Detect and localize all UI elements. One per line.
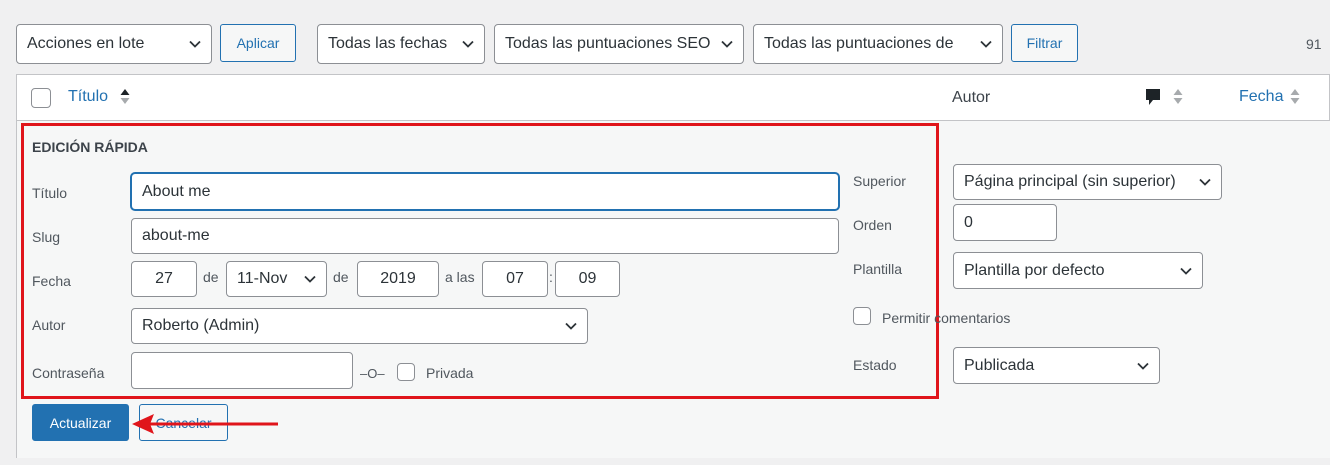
month-select[interactable]: 11-Nov [226, 261, 327, 297]
status-select[interactable]: Publicada [953, 347, 1160, 384]
bulk-actions-select[interactable]: Acciones en lote [16, 24, 212, 64]
author-value: Roberto (Admin) [142, 317, 260, 334]
update-button[interactable]: Actualizar [32, 404, 129, 441]
private-label: Privada [426, 365, 474, 381]
title-input[interactable]: About me [131, 173, 839, 210]
chevron-down-icon [720, 37, 734, 51]
day-value: 27 [155, 270, 173, 287]
chevron-down-icon [303, 272, 317, 286]
order-value: 0 [964, 213, 973, 231]
minute-input[interactable]: 09 [555, 261, 620, 297]
slug-input-value: about-me [142, 227, 210, 244]
template-value: Plantilla por defecto [964, 261, 1105, 279]
sort-indicator-icon [120, 89, 130, 104]
date-at-text: a las [445, 269, 475, 285]
date-column-sort-link[interactable]: Fecha [1239, 88, 1283, 106]
day-input[interactable]: 27 [131, 261, 197, 297]
seo-score-filter-value: Todas las puntuaciones SEO [505, 35, 711, 52]
author-select[interactable]: Roberto (Admin) [131, 308, 588, 344]
date-sort-icon[interactable] [1289, 87, 1301, 107]
status-label: Estado [853, 357, 897, 373]
date-de-text: de [203, 269, 219, 285]
private-checkbox[interactable] [397, 363, 415, 381]
slug-input[interactable]: about-me [131, 218, 839, 254]
parent-select[interactable]: Página principal (sin superior) [953, 164, 1222, 200]
title-label: Título [32, 185, 68, 201]
year-value: 2019 [380, 270, 416, 287]
items-count: 91 [1306, 36, 1322, 52]
password-input[interactable] [131, 352, 353, 389]
allow-comments-label: Permitir comentarios [882, 310, 1011, 326]
chevron-down-icon [979, 37, 993, 51]
date-de-text-2: de [333, 269, 349, 285]
parent-label: Superior [853, 173, 906, 189]
readability-score-filter-select[interactable]: Todas las puntuaciones de [753, 24, 1003, 64]
order-input[interactable]: 0 [953, 204, 1057, 241]
hour-value: 07 [506, 270, 524, 287]
readability-score-filter-value: Todas las puntuaciones de [764, 35, 954, 52]
chevron-down-icon [1179, 264, 1193, 278]
month-value: 11-Nov [237, 270, 288, 287]
author-label: Autor [32, 317, 66, 333]
table-header [16, 74, 1330, 121]
select-all-checkbox[interactable] [31, 88, 51, 108]
password-label: Contraseña [32, 365, 105, 381]
order-label: Orden [853, 217, 892, 233]
title-column-label: Título [68, 88, 109, 105]
comments-sort-icon[interactable] [1172, 87, 1184, 107]
apply-button[interactable]: Aplicar [220, 24, 296, 62]
template-select[interactable]: Plantilla por defecto [953, 252, 1203, 289]
chevron-down-icon [188, 37, 202, 51]
hour-input[interactable]: 07 [482, 261, 548, 297]
status-value: Publicada [964, 356, 1035, 374]
template-label: Plantilla [853, 261, 903, 277]
or-separator: –O– [360, 366, 385, 381]
comments-bubble-icon[interactable] [1144, 87, 1162, 107]
minute-value: 09 [578, 270, 597, 287]
filter-button[interactable]: Filtrar [1011, 24, 1078, 62]
date-label: Fecha [32, 273, 71, 289]
parent-value: Página principal (sin superior) [964, 173, 1176, 190]
time-colon: : [549, 269, 553, 285]
date-column-label: Fecha [1239, 88, 1284, 105]
slug-label: Slug [32, 229, 61, 245]
dates-filter-select[interactable]: Todas las fechas [317, 24, 485, 64]
quick-edit-heading: EDICIÓN RÁPIDA [32, 139, 148, 155]
annotation-arrow-icon [132, 414, 278, 434]
title-column-sort-link[interactable]: Título [68, 88, 108, 106]
year-input[interactable]: 2019 [357, 261, 439, 297]
bulk-actions-value: Acciones en lote [27, 35, 145, 52]
author-column-header: Autor [952, 89, 991, 106]
chevron-down-icon [564, 319, 578, 333]
title-input-value: About me [142, 182, 211, 200]
seo-score-filter-select[interactable]: Todas las puntuaciones SEO [494, 24, 744, 64]
chevron-down-icon [1198, 175, 1212, 189]
dates-filter-value: Todas las fechas [328, 35, 448, 52]
chevron-down-icon [461, 37, 475, 51]
allow-comments-checkbox[interactable] [853, 307, 871, 325]
chevron-down-icon [1136, 359, 1150, 373]
bottom-spacer [0, 458, 1330, 465]
